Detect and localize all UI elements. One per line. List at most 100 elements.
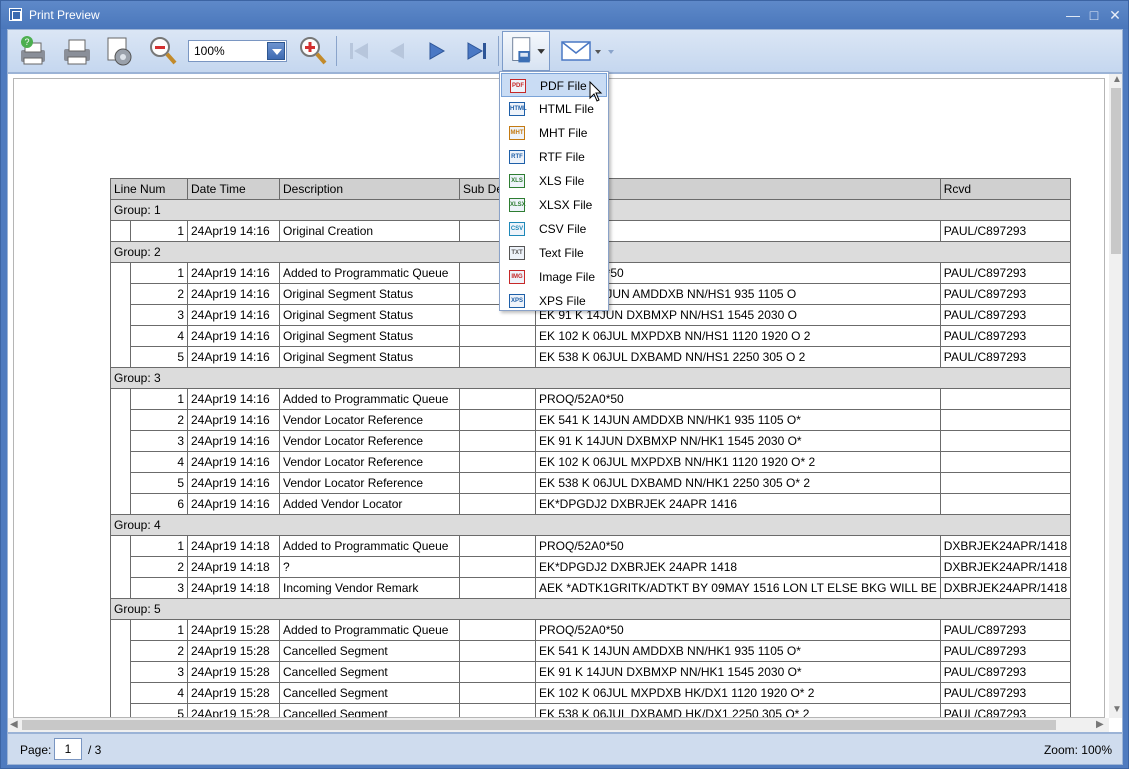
previous-page-icon[interactable]: [380, 34, 414, 68]
indent-cell: [110, 640, 131, 662]
date-time-cell: 24Apr19 14:16: [187, 283, 280, 305]
indent-cell: [110, 262, 131, 284]
scroll-up-icon[interactable]: ▲: [1112, 74, 1122, 85]
next-page-icon[interactable]: [420, 34, 454, 68]
rcvd-cell: PAUL/C897293: [939, 682, 1072, 704]
date-time-cell: 24Apr19 14:16: [187, 493, 280, 515]
sub-desc-cell: [459, 535, 536, 557]
table-row: 4 24Apr19 15:28 Cancelled Segment EK 102 K …: [110, 682, 1072, 704]
horizontal-scrollbar[interactable]: ◀ ▶: [8, 718, 1109, 732]
rcvd-cell: PAUL/C897293: [939, 703, 1072, 717]
export-menu-item[interactable]: IMG Image File: [501, 265, 607, 289]
toolbar: ? 100%: [7, 29, 1123, 73]
export-menu-item[interactable]: XPS XPS File: [501, 289, 607, 313]
scroll-left-icon[interactable]: ◀: [10, 719, 18, 730]
title-bar: Print Preview — □ ✕: [1, 1, 1128, 29]
pdf-file-icon: PDF: [510, 79, 526, 93]
export-menu-item[interactable]: RTF RTF File: [501, 145, 607, 169]
details-cell: PROQ/52A0*50: [535, 388, 941, 410]
description-cell: Added to Programmatic Queue: [279, 619, 460, 641]
xlsx-file-icon: XLSX: [509, 198, 526, 212]
export-menu-item[interactable]: XLS XLS File: [501, 169, 607, 193]
zoom-combobox[interactable]: 100%: [188, 40, 287, 62]
line-num-cell: 5: [130, 346, 188, 368]
description-cell: Vendor Locator Reference: [279, 451, 460, 473]
zoom-out-icon[interactable]: [146, 34, 180, 68]
rcvd-cell: PAUL/C897293: [939, 262, 1072, 284]
line-num-cell: 6: [130, 493, 188, 515]
chevron-down-icon[interactable]: [267, 42, 285, 60]
sub-desc-cell: [459, 325, 536, 347]
last-page-icon[interactable]: [460, 34, 494, 68]
line-num-cell: 5: [130, 703, 188, 717]
sub-desc-cell: [459, 619, 536, 641]
details-cell: PROQ/52A0*50: [535, 535, 941, 557]
export-button[interactable]: [502, 31, 550, 71]
table-row: 2 24Apr19 15:28 Cancelled Segment EK 541 K …: [110, 640, 1072, 662]
horizontal-scroll-thumb[interactable]: [22, 720, 1056, 730]
details-cell: AEK *ADTK1GRITK/ADTKT BY 09MAY 1516 LON …: [535, 577, 941, 599]
details-cell: EK 538 K 06JUL DXBAMD NN/HS1 2250 305 O …: [535, 346, 941, 368]
table-row: 4 24Apr19 14:16 Original Segment Status EK …: [110, 325, 1072, 347]
rcvd-cell: [939, 409, 1072, 431]
maximize-icon[interactable]: □: [1084, 5, 1104, 25]
indent-cell: [110, 577, 131, 599]
line-num-cell: 1: [130, 535, 188, 557]
details-cell: EK 102 K 06JUL MXPDXB NN/HS1 1120 1920 O…: [535, 325, 941, 347]
date-time-cell: 24Apr19 15:28: [187, 682, 280, 704]
zoom-in-icon[interactable]: [296, 34, 330, 68]
minimize-icon[interactable]: —: [1063, 5, 1083, 25]
line-num-cell: 4: [130, 451, 188, 473]
export-menu-item-label: MHT File: [539, 126, 588, 140]
description-cell: Original Segment Status: [279, 346, 460, 368]
email-icon[interactable]: [558, 34, 622, 73]
export-menu-item[interactable]: XLSX XLSX File: [501, 193, 607, 217]
description-cell: Added to Programmatic Queue: [279, 388, 460, 410]
description-cell: Cancelled Segment: [279, 661, 460, 683]
description-cell: Original Segment Status: [279, 304, 460, 326]
date-time-cell: 24Apr19 14:16: [187, 262, 280, 284]
first-page-icon[interactable]: [342, 34, 376, 68]
line-num-cell: 3: [130, 430, 188, 452]
details-cell: EK 541 K 14JUN AMDDXB NN/HK1 935 1105 O*: [535, 409, 941, 431]
sub-desc-cell: [459, 682, 536, 704]
rcvd-cell: PAUL/C897293: [939, 304, 1072, 326]
quick-print-icon[interactable]: [60, 34, 94, 68]
sub-desc-cell: [459, 493, 536, 515]
date-time-cell: 24Apr19 14:16: [187, 388, 280, 410]
description-cell: Original Creation: [279, 220, 460, 242]
indent-cell: [110, 304, 131, 326]
table-row: 6 24Apr19 14:16 Added Vendor Locator EK*DPG…: [110, 493, 1072, 515]
date-time-cell: 24Apr19 14:16: [187, 472, 280, 494]
indent-cell: [110, 682, 131, 704]
toolbar-separator: [498, 36, 499, 66]
export-menu-item[interactable]: TXT Text File: [501, 241, 607, 265]
rcvd-cell: [939, 472, 1072, 494]
date-time-cell: 24Apr19 14:16: [187, 430, 280, 452]
line-num-cell: 3: [130, 577, 188, 599]
details-cell: EK 538 K 06JUL DXBAMD HK/DX1 2250 305 O*…: [535, 703, 941, 717]
details-cell: EK*DPGDJ2 DXBRJEK 24APR 1416: [535, 493, 941, 515]
vertical-scrollbar[interactable]: ▲ ▼: [1109, 74, 1122, 718]
rcvd-cell: PAUL/C897293: [939, 325, 1072, 347]
page-setup-icon[interactable]: [102, 34, 136, 68]
export-menu-item[interactable]: MHT MHT File: [501, 121, 607, 145]
page-number-input[interactable]: 1: [54, 738, 82, 760]
description-cell: Vendor Locator Reference: [279, 472, 460, 494]
vertical-scroll-thumb[interactable]: [1111, 88, 1121, 254]
group-row: Group: 3: [109, 367, 1072, 389]
group-label: Group: 5: [109, 598, 1072, 620]
close-icon[interactable]: ✕: [1105, 5, 1125, 25]
col-header-description: Description: [279, 178, 460, 200]
group-label: Group: 4: [109, 514, 1072, 536]
export-menu-item[interactable]: CSV CSV File: [501, 217, 607, 241]
indent-cell: [110, 493, 131, 515]
scroll-right-icon[interactable]: ▶: [1096, 719, 1104, 730]
print-dialog-icon[interactable]: ?: [16, 34, 50, 68]
scroll-down-icon[interactable]: ▼: [1112, 704, 1122, 715]
mht-file-icon: MHT: [509, 126, 525, 140]
details-cell: PROQ/52A0*50: [535, 619, 941, 641]
xps-file-icon: XPS: [509, 294, 525, 308]
date-time-cell: 24Apr19 14:16: [187, 220, 280, 242]
sub-desc-cell: [459, 661, 536, 683]
